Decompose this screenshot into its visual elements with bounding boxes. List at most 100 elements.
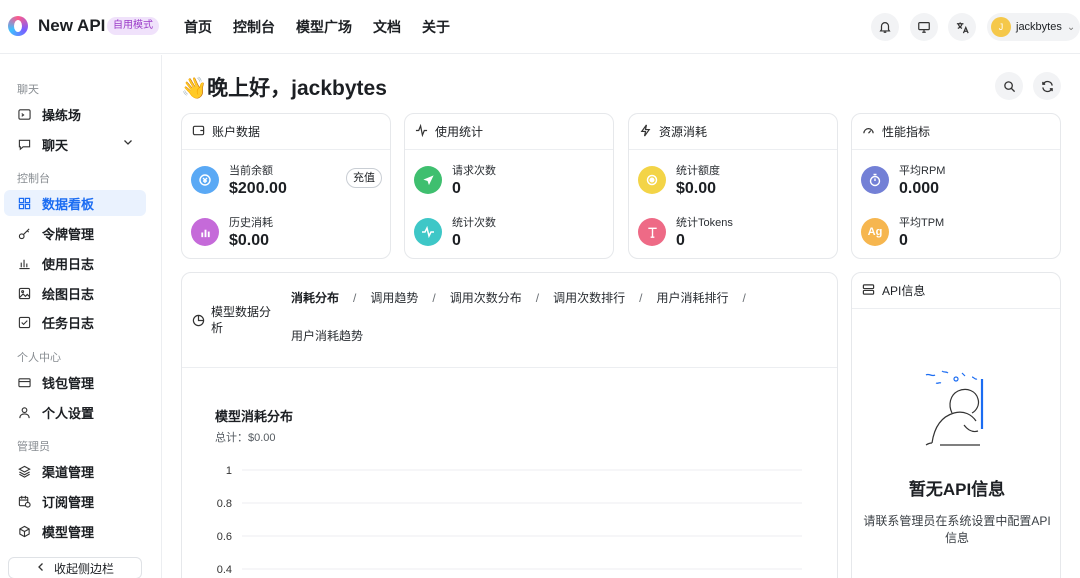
sidebar-item-tokens[interactable]: 令牌管理 (4, 220, 146, 246)
sidebar-item-label: 订阅管理 (42, 494, 95, 510)
sidebar-item-label: 令牌管理 (42, 226, 95, 242)
monitor-icon (918, 22, 930, 33)
chevron-down-icon: ⌄ (1066, 21, 1076, 33)
chevron-down-icon[interactable] (122, 136, 134, 151)
tab-call-count-ranking[interactable]: 调用次数排行 (553, 289, 625, 307)
logo-icon[interactable] (8, 16, 28, 36)
panel-header: 模型数据分析 消耗分布 / 调用趋势 / 调用次数分布 / 调用次数排行 / 用… (182, 273, 837, 368)
bell-icon (879, 22, 891, 33)
stat-label: 统计额度 (676, 165, 720, 177)
card-header: 账户数据 (182, 114, 390, 150)
coin-icon (638, 166, 666, 194)
model-analysis-panel: 模型数据分析 消耗分布 / 调用趋势 / 调用次数分布 / 调用次数排行 / 用… (181, 272, 838, 578)
sidebar-item-label: 操练场 (42, 107, 82, 123)
sidebar-item-label: 模型管理 (42, 524, 95, 540)
sidebar-item-drawing-log[interactable]: 绘图日志 (4, 280, 146, 306)
section-label-chat: 聊天 (17, 84, 39, 96)
history-spent-stat: 历史消耗 $0.00 (191, 214, 273, 250)
stat-label: 历史消耗 (229, 217, 273, 229)
sidebar-item-task-log[interactable]: 任务日志 (4, 309, 146, 335)
sidebar-item-settings[interactable]: 个人设置 (4, 399, 146, 425)
stat-value: 0 (899, 232, 908, 249)
collapse-sidebar-button[interactable]: 收起侧边栏 (8, 557, 142, 578)
chart-total: 总计：$0.00 (215, 432, 276, 444)
sidebar-item-label: 聊天 (42, 137, 69, 153)
y-tick-label: 0.6 (217, 531, 232, 543)
card-header: 使用统计 (405, 114, 613, 150)
nav-about[interactable]: 关于 (422, 17, 450, 37)
sidebar-item-usage-log[interactable]: 使用日志 (4, 250, 146, 276)
chart-bars-icon (191, 218, 219, 246)
activity-icon (415, 123, 428, 140)
bar-chart-icon (17, 256, 31, 270)
layers-icon (17, 464, 31, 478)
sidebar-item-playground[interactable]: 操练场 (4, 101, 146, 127)
brand-name[interactable]: New API (38, 16, 105, 36)
sidebar: 聊天 操练场 聊天 控制台 数据看板 令牌管理 使用日志 绘图日志 任务日志 个… (0, 55, 162, 578)
sidebar-item-label: 钱包管理 (42, 375, 95, 391)
stat-value: 0 (452, 232, 461, 249)
nav-docs[interactable]: 文档 (373, 17, 401, 37)
credit-card-icon (17, 375, 31, 389)
nav-console[interactable]: 控制台 (233, 17, 275, 37)
cube-icon (17, 524, 31, 538)
money-icon (191, 166, 219, 194)
sidebar-item-channels[interactable]: 渠道管理 (4, 458, 146, 484)
sidebar-item-subscriptions[interactable]: 订阅管理 (4, 488, 146, 514)
tpm-icon: Ag (861, 218, 889, 246)
user-icon (17, 405, 31, 419)
tab-call-count-distribution[interactable]: 调用次数分布 (450, 289, 522, 307)
refresh-button[interactable] (1033, 72, 1061, 100)
stat-value: $0.00 (676, 180, 717, 197)
notification-button[interactable] (871, 13, 899, 41)
current-balance-stat: 当前余额 $200.00 (191, 162, 287, 198)
stopwatch-icon (861, 166, 889, 194)
chart-title: 模型消耗分布 (215, 409, 294, 424)
api-info-card: API信息 暂无API信息 请联系管理员在系统设置中配置API信息 (851, 272, 1061, 578)
sidebar-item-label: 绘图日志 (42, 286, 95, 302)
section-label-console: 控制台 (17, 173, 50, 185)
tab-separator: / (639, 291, 643, 305)
sidebar-item-wallet[interactable]: 钱包管理 (4, 369, 146, 395)
consumption-chart: 1 0.8 0.6 0.4 (217, 465, 802, 576)
stat-label: 平均RPM (899, 165, 946, 177)
y-tick-label: 0.4 (217, 564, 232, 576)
text-icon (638, 218, 666, 246)
tab-user-consumption-ranking[interactable]: 用户消耗排行 (656, 289, 728, 307)
sidebar-item-label: 数据看板 (42, 196, 95, 212)
key-icon (17, 226, 31, 240)
mode-badge: 自用模式 (107, 17, 159, 35)
stat-value: $0.00 (229, 232, 270, 249)
image-icon (17, 286, 31, 300)
usage-stats-card: 使用统计 请求次数 0 统计次数 0 (404, 113, 614, 259)
search-icon (1003, 80, 1015, 92)
tab-user-consumption-trend[interactable]: 用户消耗趋势 (291, 327, 363, 345)
card-title: 资源消耗 (659, 125, 708, 139)
avatar: J (991, 17, 1011, 37)
sidebar-item-label: 任务日志 (42, 315, 95, 331)
grid-icon (17, 196, 31, 210)
theme-button[interactable] (910, 13, 938, 41)
stat-label: 统计Tokens (676, 217, 733, 229)
tab-separator: / (535, 291, 540, 305)
sidebar-item-dashboard[interactable]: 数据看板 (4, 190, 146, 216)
recharge-button[interactable]: 充值 (346, 168, 382, 188)
tab-consumption-distribution[interactable]: 消耗分布 (291, 289, 339, 307)
calendar-clock-icon (17, 494, 31, 508)
nav-home[interactable]: 首页 (184, 17, 212, 37)
avg-rpm-stat: 平均RPM 0.000 (861, 162, 945, 198)
language-button[interactable] (948, 13, 976, 41)
chevron-left-icon (36, 561, 46, 575)
tab-call-trend[interactable]: 调用趋势 (370, 289, 418, 307)
nav-model-market[interactable]: 模型广场 (296, 17, 352, 37)
y-tick-label: 0.8 (217, 498, 232, 510)
lightning-icon (639, 124, 652, 140)
sidebar-item-chat[interactable]: 聊天 (4, 131, 146, 157)
user-menu[interactable]: J jackbytes ⌄ (987, 13, 1080, 41)
request-count-stat: 请求次数 0 (414, 162, 496, 198)
sidebar-item-models[interactable]: 模型管理 (4, 518, 146, 544)
search-button[interactable] (995, 72, 1023, 100)
empty-state-title: 暂无API信息 (908, 480, 1006, 499)
terminal-icon (17, 107, 31, 121)
stat-value: 0 (452, 180, 461, 197)
